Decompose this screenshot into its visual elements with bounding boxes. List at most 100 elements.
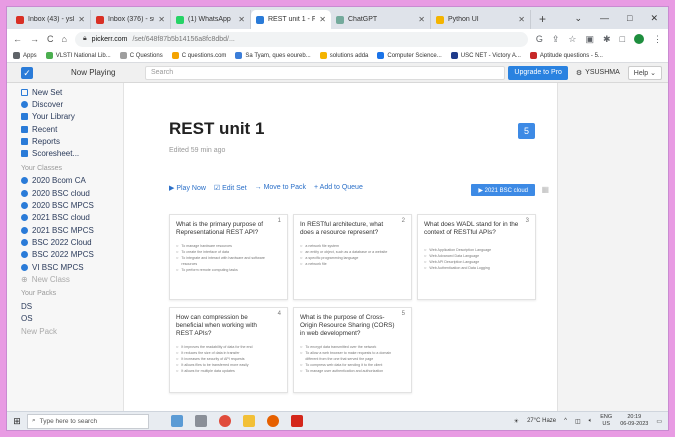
add-to-queue-button[interactable]: + Add to Queue — [314, 184, 363, 192]
recent-icon — [21, 125, 28, 133]
tray-chevron-icon[interactable]: ^ — [564, 418, 567, 424]
card-number: 5 — [401, 311, 405, 317]
lock-icon: 🔒︎ — [82, 35, 87, 42]
browser-tab[interactable]: ChatGPT ✕ — [331, 10, 431, 29]
browser-tab[interactable]: (1) WhatsApp ✕ — [171, 10, 251, 29]
sidebar-class[interactable]: BSC 2022 Cloud — [21, 236, 123, 248]
question-card[interactable]: 5 What is the purpose of Cross-Origin Re… — [293, 307, 412, 393]
bookmark[interactable]: Aptitude questions - 5... — [529, 52, 603, 59]
share-icon[interactable]: ⇪ — [552, 34, 560, 45]
new-pack-button[interactable]: New Pack — [21, 325, 123, 337]
play-now-button[interactable]: ▶ Play Now — [169, 184, 206, 192]
bookmark[interactable]: solutions adda — [319, 52, 368, 59]
browser-tab-active[interactable]: REST unit 1 - Flashcar ✕ — [251, 10, 331, 29]
question-card[interactable]: 4 How can compression be beneficial when… — [169, 307, 288, 393]
bookmark[interactable]: C questions.com — [171, 52, 226, 59]
extension-icon[interactable]: ▣ — [586, 34, 595, 45]
close-icon[interactable]: ✕ — [158, 15, 165, 24]
sidebar-item-new-set[interactable]: New Set — [21, 86, 123, 98]
question-card[interactable]: 2 In RESTful architecture, what does a r… — [293, 214, 412, 300]
sidebar-item-recent[interactable]: Recent — [21, 123, 123, 135]
sidepanel-icon[interactable]: □ — [620, 34, 625, 44]
close-icon[interactable]: ✕ — [518, 15, 525, 24]
sidebar-pack[interactable]: OS — [21, 313, 123, 325]
sidebar-class[interactable]: 2020 BSC MPCS — [21, 199, 123, 211]
close-icon[interactable]: ✕ — [319, 15, 326, 24]
sidebar-class[interactable]: BSC 2022 MPCS — [21, 249, 123, 261]
close-icon[interactable]: ✕ — [78, 15, 85, 24]
task-view-icon[interactable] — [195, 415, 207, 427]
help-button[interactable]: Help ⌄ — [627, 65, 662, 80]
sidebar-pack[interactable]: DS — [21, 300, 123, 312]
profile-avatar[interactable] — [634, 34, 644, 44]
move-to-pack-button[interactable]: → Move to Pack — [255, 184, 306, 192]
minimize-icon[interactable]: — — [600, 13, 609, 24]
maximize-icon[interactable]: □ — [627, 13, 632, 24]
forward-icon[interactable]: → — [30, 34, 39, 44]
bookmark[interactable]: VLSTI National Lib... — [45, 52, 111, 59]
home-icon[interactable]: ⌂ — [62, 34, 67, 44]
volume-icon[interactable]: 🔈︎ — [589, 418, 593, 425]
puzzle-icon[interactable]: ✱ — [603, 34, 611, 45]
taskbar-apps — [171, 415, 303, 427]
app-logo-icon[interactable]: ✓ — [21, 66, 33, 79]
browser-tab-strip: Inbox (43) - ysl6ngd... ✕ Inbox (376) - s… — [7, 7, 668, 29]
close-icon[interactable]: ✕ — [238, 15, 245, 24]
url-input[interactable]: 🔒︎ pickerr.com/set/648f87b5b14156a8fc8db… — [74, 31, 528, 47]
bookmark[interactable]: Apps — [13, 52, 37, 59]
browser-tab[interactable]: Python UI ✕ — [431, 10, 531, 29]
tab-search-icon[interactable]: ⌄ — [574, 13, 582, 24]
grid-view-icon[interactable]: ▦ — [541, 185, 549, 194]
sidebar-class[interactable]: 2020 BSC cloud — [21, 187, 123, 199]
sidebar-class[interactable]: 2020 Bcom CA — [21, 175, 123, 187]
sidebar-item-scoresheet[interactable]: Scoresheet... — [21, 147, 123, 159]
language-indicator[interactable]: ENG US — [600, 414, 612, 428]
question-card[interactable]: 1 What is the primary purpose of Represe… — [169, 214, 288, 300]
bookmark[interactable]: Sa Tyam, ques eoureb... — [235, 52, 311, 59]
google-icon[interactable]: G — [536, 34, 543, 44]
weather-text[interactable]: 27°C Haze — [527, 418, 556, 424]
firefox-icon[interactable] — [267, 415, 279, 427]
taskbar-search-input[interactable]: ⌕ Type here to search — [27, 413, 149, 429]
edit-set-button[interactable]: ☑ Edit Set — [214, 184, 247, 192]
browser-tab[interactable]: Inbox (43) - ysl6ngd... ✕ — [11, 10, 91, 29]
sidebar-item-label: New Set — [32, 87, 63, 97]
browser-tab[interactable]: Inbox (376) - sushma... ✕ — [91, 10, 171, 29]
file-explorer-icon[interactable] — [243, 415, 255, 427]
menu-icon[interactable]: ⋮ — [653, 34, 662, 45]
new-tab-button[interactable]: + — [531, 12, 554, 29]
question-card[interactable]: 3 What does WADL stand for in the contex… — [417, 214, 536, 300]
date-text: 06-09-2023 — [620, 421, 649, 427]
sidebar-class[interactable]: 2021 BSC cloud — [21, 212, 123, 224]
class-icon — [21, 263, 28, 271]
sidebar-item-library[interactable]: Your Library — [21, 111, 123, 123]
network-icon[interactable]: ◫ — [575, 418, 581, 425]
bookmark[interactable]: C Questions — [119, 52, 163, 59]
sidebar-item-label: Recent — [32, 124, 58, 134]
upgrade-button[interactable]: Upgrade to Pro — [508, 65, 568, 80]
window-close-icon[interactable]: ✕ — [650, 13, 658, 24]
star-icon[interactable]: ☆ — [568, 34, 576, 45]
address-bar-icons: G ⇪ ☆ ▣ ✱ □ ⋮ — [536, 34, 662, 45]
search-input[interactable]: Search — [145, 65, 505, 80]
new-class-button[interactable]: ⊕ New Class — [21, 273, 123, 285]
user-menu[interactable]: ⚙ YSUSHMA — [576, 69, 620, 77]
sidebar-item-discover[interactable]: Discover — [21, 98, 123, 110]
bookmark[interactable]: USC NET - Victory A... — [450, 52, 521, 59]
sidebar-class[interactable]: 2021 BSC MPCS — [21, 224, 123, 236]
sidebar-class[interactable]: VI BSC MPCS — [21, 261, 123, 273]
class-label: BSC 2022 Cloud — [32, 237, 92, 247]
reload-icon[interactable]: C — [47, 34, 54, 44]
notification-icon[interactable]: ▭ — [656, 418, 662, 425]
back-icon[interactable]: ← — [13, 34, 22, 44]
chrome-icon[interactable] — [219, 415, 231, 427]
close-icon[interactable]: ✕ — [418, 15, 425, 24]
clock[interactable]: 20:19 06-09-2023 — [620, 414, 648, 428]
windows-start-icon[interactable]: ⊞ — [7, 416, 27, 427]
acrobat-icon[interactable] — [291, 415, 303, 427]
sidebar-item-reports[interactable]: Reports — [21, 135, 123, 147]
play-class-button[interactable]: ▶ 2021 BSC cloud — [471, 184, 535, 196]
widgets-icon[interactable] — [171, 415, 183, 427]
now-playing-button[interactable]: Now Playing — [71, 68, 131, 77]
bookmark[interactable]: Computer Science... — [377, 52, 442, 59]
